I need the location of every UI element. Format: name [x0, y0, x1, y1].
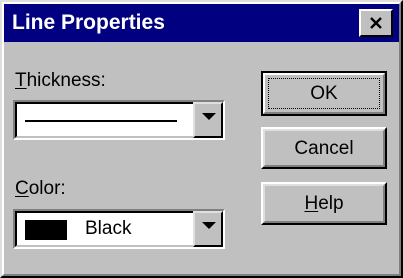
dialog-title: Line Properties	[12, 11, 165, 34]
thickness-label: Thickness:	[15, 70, 106, 92]
help-button-label: Help	[263, 193, 385, 215]
color-swatch	[25, 220, 67, 240]
color-label: Color:	[15, 178, 66, 200]
cancel-button-label: Cancel	[294, 138, 354, 159]
close-button[interactable]	[359, 9, 393, 37]
chevron-down-icon	[202, 222, 216, 229]
line-properties-dialog: Line Properties Thickness: Color: Black	[0, 0, 403, 278]
title-bar[interactable]: Line Properties	[4, 4, 399, 42]
help-button[interactable]: Help	[261, 182, 387, 225]
color-label-rest: olor:	[28, 178, 66, 199]
help-button-accel: H	[304, 193, 319, 214]
thickness-line-sample	[25, 120, 177, 122]
color-dropdown[interactable]: Black	[13, 209, 225, 249]
thickness-dropdown-button[interactable]	[193, 102, 223, 138]
close-icon	[370, 17, 382, 29]
color-label-accel: C	[15, 178, 29, 199]
thickness-dropdown[interactable]	[13, 100, 225, 140]
chevron-down-icon	[202, 113, 216, 120]
help-button-rest: elp	[318, 193, 344, 214]
thickness-label-accel: T	[15, 70, 27, 91]
ok-button-label: OK	[310, 83, 338, 104]
thickness-label-rest: hickness:	[26, 70, 106, 91]
color-value: Black	[85, 218, 132, 239]
color-dropdown-button[interactable]	[193, 211, 223, 247]
ok-button[interactable]: OK	[261, 71, 387, 116]
cancel-button[interactable]: Cancel	[261, 127, 387, 169]
